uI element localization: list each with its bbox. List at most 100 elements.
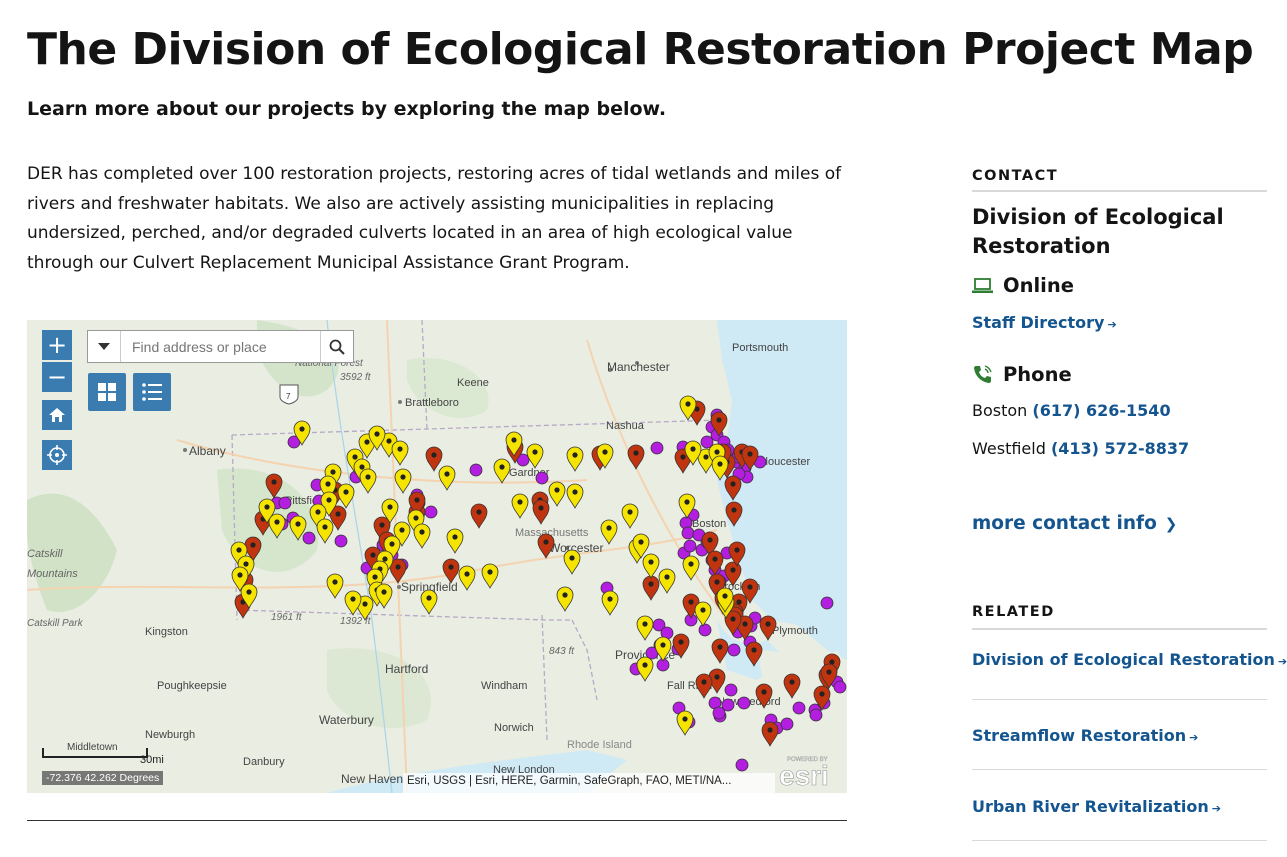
contact-rule <box>972 190 1267 192</box>
project-map[interactable]: National Forest 3592 ft Portsmouth Manchest… <box>27 320 847 793</box>
map-label-elev-1961: 1961 ft <box>271 612 303 623</box>
project-marker-purple[interactable] <box>820 596 834 610</box>
phone-place: Westfield <box>972 439 1046 458</box>
project-marker-purple[interactable] <box>698 623 712 637</box>
project-marker-purple[interactable] <box>712 706 726 720</box>
arrow-right-icon: ➔ <box>1277 655 1287 668</box>
project-marker-purple[interactable] <box>535 471 549 485</box>
scale-label: 30mi <box>140 754 164 766</box>
map-label-plymouth: Plymouth <box>772 625 818 637</box>
phone-link-boston[interactable]: (617) 626-1540 <box>1032 401 1170 420</box>
map-label-waterbury: Waterbury <box>319 713 374 727</box>
project-marker-purple[interactable] <box>792 701 806 715</box>
project-marker-purple[interactable] <box>278 496 292 510</box>
laptop-icon <box>972 277 993 293</box>
map-label-new-haven: New Haven <box>341 772 403 786</box>
map-label-hartford: Hartford <box>385 662 428 676</box>
project-marker-purple[interactable] <box>302 531 316 545</box>
project-marker-purple[interactable] <box>727 643 741 657</box>
legend-button[interactable] <box>133 373 171 411</box>
page-title: The Division of Ecological Restoration P… <box>27 24 1254 75</box>
locate-icon <box>47 445 67 465</box>
map-label-keene: Keene <box>457 377 489 389</box>
more-contact-link[interactable]: more contact info <box>972 513 1157 534</box>
project-marker-purple[interactable] <box>724 683 738 697</box>
map-label-albany: Albany <box>189 444 226 458</box>
locate-button[interactable] <box>42 440 72 470</box>
related-link-urban-river[interactable]: Urban River Revitalization <box>972 797 1209 816</box>
project-marker-red[interactable] <box>724 475 742 501</box>
project-marker-purple[interactable] <box>681 526 695 540</box>
esri-logo: POWERED BY esri <box>779 757 829 791</box>
home-button[interactable] <box>42 400 72 430</box>
phone-label: Phone <box>1003 363 1072 386</box>
project-marker-purple[interactable] <box>735 758 749 772</box>
map-label-newburgh: Newburgh <box>145 729 195 741</box>
phone-place: Boston <box>972 401 1028 420</box>
arrow-right-icon: ➔ <box>1107 318 1117 331</box>
online-heading: Online <box>972 274 1074 297</box>
project-marker-purple[interactable] <box>737 696 751 710</box>
staff-directory-row: Staff Directory ➔ <box>972 313 1117 332</box>
project-marker-purple[interactable] <box>780 717 794 731</box>
related-item: Streamflow Restoration ➔ <box>972 726 1198 745</box>
related-link-der[interactable]: Division of Ecological Restoration <box>972 650 1275 669</box>
phone-icon <box>974 365 992 383</box>
map-label-windham: Windham <box>481 680 527 692</box>
org-name: Division of Ecological Restoration <box>972 205 1224 258</box>
project-marker-purple[interactable] <box>683 539 697 553</box>
esri-text: esri <box>779 760 829 791</box>
coordinate-readout: -72.376 42.262 Degrees <box>42 771 164 785</box>
phone-heading: Phone <box>972 363 1072 386</box>
map-label-nashua: Nashua <box>606 420 645 432</box>
map-label-mountains: Mountains <box>27 568 78 580</box>
related-heading: RELATED <box>972 604 1055 620</box>
page-lead: Learn more about our projects by explori… <box>27 98 667 120</box>
related-rule <box>972 628 1267 630</box>
staff-directory-link[interactable]: Staff Directory <box>972 313 1104 332</box>
related-separator <box>972 840 1267 841</box>
map-label-route-7: 7 <box>286 392 291 401</box>
related-item: Division of Ecological Restoration ➔ <box>972 650 1287 669</box>
phone-link-westfield[interactable]: (413) 572-8837 <box>1051 439 1189 458</box>
map-label-elev-3592: 3592 ft <box>340 372 372 383</box>
related-separator <box>972 699 1267 700</box>
related-separator <box>972 769 1267 770</box>
map-search[interactable] <box>87 330 354 363</box>
more-contact-row: more contact info ❯ <box>972 513 1177 534</box>
project-marker-purple[interactable] <box>833 680 847 694</box>
zoom-in-button[interactable]: + <box>42 330 72 360</box>
intro-paragraph: DER has completed over 100 restoration p… <box>27 164 842 273</box>
project-marker-purple[interactable] <box>424 505 438 519</box>
arrow-right-icon: ➔ <box>1211 802 1221 815</box>
map-divider <box>27 820 847 821</box>
basemap-gallery-button[interactable] <box>88 373 126 411</box>
search-input[interactable] <box>121 331 320 362</box>
map-label-elev-843: 843 ft <box>549 646 575 657</box>
grid-icon <box>98 383 116 401</box>
project-marker-purple[interactable] <box>469 463 483 477</box>
map-label-brattleboro: Brattleboro <box>405 397 459 409</box>
map-label-norwich: Norwich <box>494 722 534 734</box>
chevron-right-icon: ❯ <box>1164 515 1178 533</box>
zoom-out-button[interactable]: − <box>42 362 72 392</box>
map-label-danbury: Danbury <box>243 756 285 768</box>
project-marker-purple[interactable] <box>650 441 664 455</box>
map-label-manchester: Manchester <box>607 360 670 374</box>
phone-row-westfield: Westfield (413) 572-8837 <box>972 439 1189 458</box>
contact-heading: CONTACT <box>972 168 1059 184</box>
search-button[interactable] <box>320 331 353 362</box>
home-icon <box>49 408 65 422</box>
map-label-kingston: Kingston <box>145 626 188 638</box>
map-label-elev-1392: 1392 ft <box>340 616 372 627</box>
map-attribution[interactable]: Esri, USGS | Esri, HERE, Garmin, SafeGra… <box>403 773 775 793</box>
phone-row-boston: Boston (617) 626-1540 <box>972 401 1171 420</box>
related-link-streamflow[interactable]: Streamflow Restoration <box>972 726 1186 745</box>
project-marker-purple[interactable] <box>809 708 823 722</box>
online-label: Online <box>1003 274 1074 297</box>
project-marker-red[interactable] <box>725 501 743 527</box>
search-source-dropdown[interactable] <box>88 331 121 362</box>
map-label-poughkeepsie: Poughkeepsie <box>157 680 227 692</box>
map-label-portsmouth: Portsmouth <box>732 342 788 354</box>
project-marker-purple[interactable] <box>334 534 348 548</box>
